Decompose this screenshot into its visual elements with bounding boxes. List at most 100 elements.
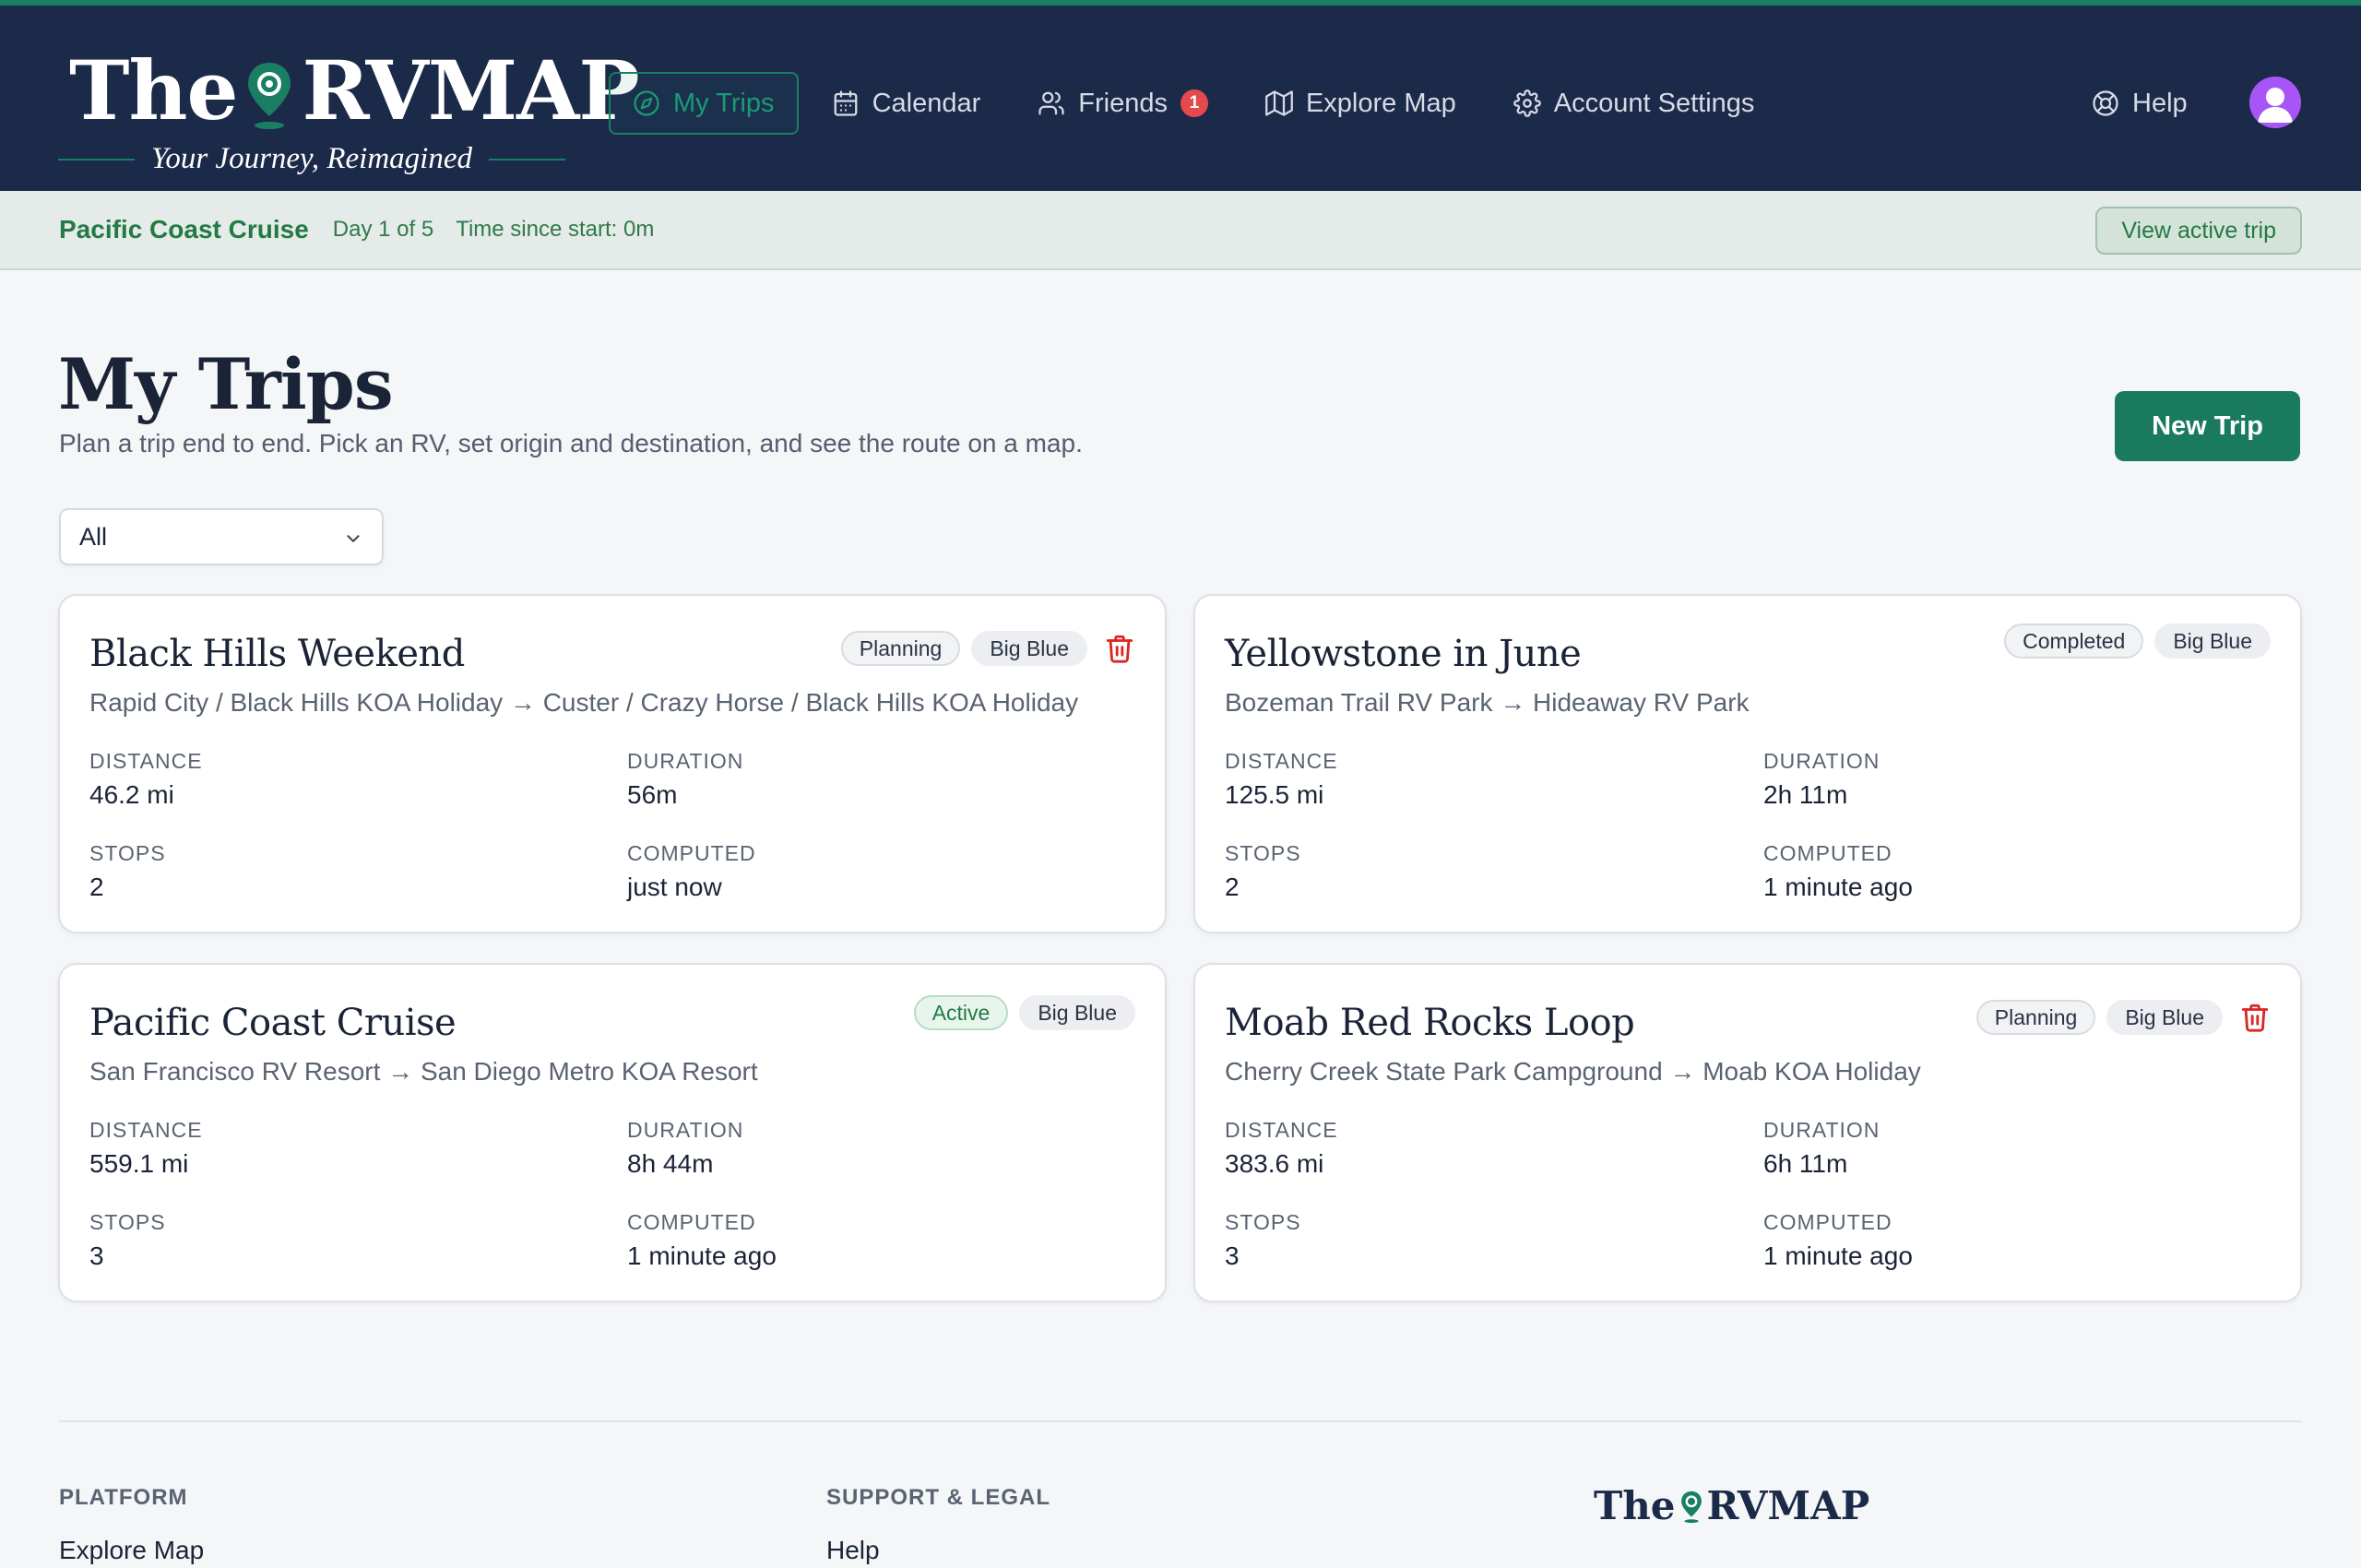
distance-value: 383.6 mi — [1225, 1149, 1324, 1178]
trip-rv-badge: Big Blue — [2106, 1000, 2223, 1035]
trip-tags: Active Big Blue — [913, 995, 1135, 1030]
trip-status-badge: Planning — [840, 631, 961, 666]
nav-explore-map[interactable]: Explore Map — [1241, 72, 1480, 135]
tagline-rule-left — [58, 158, 135, 160]
footer-support-heading: SUPPORT & LEGAL — [826, 1485, 1051, 1510]
trip-title: Black Hills Weekend — [89, 633, 465, 675]
active-trip-elapsed: Time since start: 0m — [456, 217, 655, 242]
help-label: Help — [2132, 88, 2188, 118]
gear-icon — [1513, 89, 1541, 117]
duration-value: 2h 11m — [1763, 780, 1848, 809]
footer-link-explore-map[interactable]: Explore Map — [59, 1536, 204, 1565]
trip-title: Pacific Coast Cruise — [89, 1002, 457, 1044]
tagline-text: Your Journey, Reimagined — [151, 142, 472, 175]
nav-friends-label: Friends — [1078, 88, 1168, 118]
nav-account-settings[interactable]: Account Settings — [1489, 72, 1779, 135]
trip-status-badge: Active — [913, 995, 1009, 1030]
status-filter-select[interactable]: All — [59, 508, 384, 565]
logo-word-rvmap: RVMAP — [302, 42, 639, 138]
computed-value: 1 minute ago — [627, 1241, 777, 1270]
computed-label: COMPUTED — [1763, 841, 1892, 865]
chevron-down-icon — [347, 535, 360, 542]
nav-account-settings-label: Account Settings — [1553, 88, 1755, 118]
distance-value: 125.5 mi — [1225, 780, 1324, 809]
stops-label: STOPS — [1225, 841, 1301, 865]
footer-divider — [59, 1420, 2302, 1422]
help-link[interactable]: Help — [2092, 72, 2188, 135]
user-avatar[interactable] — [2249, 77, 2301, 128]
duration-label: DURATION — [1763, 1118, 1880, 1142]
footer-logo-word-rvmap: RVMAP — [1706, 1483, 1870, 1528]
trash-icon[interactable] — [2239, 1002, 2271, 1033]
trip-route: San Francisco RV Resort → San Diego Metr… — [89, 1057, 758, 1086]
logo-wordmark: The RVMAP — [69, 42, 640, 138]
footer-link-help[interactable]: Help — [826, 1536, 880, 1565]
top-navigation-bar: The RVMAP Your Journey, Reimagined My Tr… — [0, 0, 2361, 191]
active-trip-name: Pacific Coast Cruise — [59, 215, 309, 244]
friends-notification-badge: 1 — [1180, 89, 1208, 117]
distance-label: DISTANCE — [1225, 749, 1338, 773]
trip-tags: Planning Big Blue — [840, 631, 1135, 666]
computed-label: COMPUTED — [1763, 1210, 1892, 1234]
page-subtitle: Plan a trip end to end. Pick an RV, set … — [59, 429, 1083, 457]
duration-label: DURATION — [1763, 749, 1880, 773]
users-icon — [1038, 91, 1064, 115]
computed-label: COMPUTED — [627, 1210, 756, 1234]
computed-value: just now — [627, 873, 722, 901]
nav-calendar[interactable]: Calendar — [808, 72, 1005, 135]
trip-rv-badge: Big Blue — [1019, 995, 1135, 1030]
view-active-trip-button[interactable]: View active trip — [2095, 207, 2302, 255]
trip-tags: Completed Big Blue — [2004, 624, 2271, 659]
trip-card[interactable]: Yellowstone in June Completed Big Blue B… — [1193, 594, 2302, 933]
nav-calendar-label: Calendar — [872, 88, 981, 118]
calendar-icon — [834, 90, 857, 116]
distance-value: 559.1 mi — [89, 1149, 189, 1178]
trip-status-badge: Completed — [2004, 624, 2144, 659]
stops-value: 2 — [89, 873, 104, 901]
logo-word-the: The — [69, 42, 238, 138]
trip-route: Bozeman Trail RV Park → Hideaway RV Park — [1225, 688, 1750, 717]
trip-card[interactable]: Pacific Coast Cruise Active Big Blue San… — [58, 963, 1167, 1302]
stops-label: STOPS — [1225, 1210, 1301, 1234]
stops-label: STOPS — [89, 841, 166, 865]
stops-label: STOPS — [89, 1210, 166, 1234]
distance-label: DISTANCE — [89, 749, 203, 773]
page-title: My Trips — [58, 343, 394, 425]
stops-value: 3 — [89, 1241, 104, 1270]
trip-rv-badge: Big Blue — [971, 631, 1087, 666]
logo-tagline: Your Journey, Reimagined — [58, 142, 565, 176]
footer-logo-word-the: The — [1594, 1483, 1676, 1528]
distance-value: 46.2 mi — [89, 780, 174, 809]
trip-card[interactable]: Moab Red Rocks Loop Planning Big Blue Ch… — [1193, 963, 2302, 1302]
map-pin-icon — [248, 63, 291, 129]
tagline-rule-right — [489, 158, 565, 160]
trip-card[interactable]: Black Hills Weekend Planning Big Blue Ra… — [58, 594, 1167, 933]
new-trip-button[interactable]: New Trip — [2115, 391, 2300, 461]
distance-label: DISTANCE — [1225, 1118, 1338, 1142]
trash-icon[interactable] — [1104, 633, 1135, 664]
duration-value: 6h 11m — [1763, 1149, 1848, 1178]
computed-value: 1 minute ago — [1763, 1241, 1913, 1270]
stops-value: 3 — [1225, 1241, 1240, 1270]
computed-value: 1 minute ago — [1763, 873, 1913, 901]
main-nav: My Trips Calendar Friends 1 Explore Map — [609, 72, 1787, 135]
footer-platform-heading: PLATFORM — [59, 1485, 188, 1510]
compass-icon — [634, 90, 659, 116]
map-icon — [1265, 90, 1293, 116]
trip-route: Cherry Creek State Park Campground → Moa… — [1225, 1057, 1921, 1086]
trip-rv-badge: Big Blue — [2154, 624, 2271, 659]
nav-my-trips[interactable]: My Trips — [609, 72, 799, 135]
trip-title: Moab Red Rocks Loop — [1225, 1002, 1635, 1044]
nav-friends[interactable]: Friends 1 — [1014, 72, 1232, 135]
duration-value: 8h 44m — [627, 1149, 714, 1178]
duration-label: DURATION — [627, 749, 744, 773]
map-pin-icon — [1680, 1491, 1702, 1524]
duration-value: 56m — [627, 780, 678, 809]
user-icon — [2258, 88, 2293, 123]
trip-tags: Planning Big Blue — [1975, 1000, 2271, 1035]
nav-explore-map-label: Explore Map — [1305, 88, 1456, 118]
brand-logo[interactable]: The RVMAP Your Journey, Reimagined — [58, 42, 640, 181]
active-trip-banner: Pacific Coast Cruise Day 1 of 5 Time sin… — [0, 191, 2361, 270]
nav-my-trips-label: My Trips — [673, 88, 775, 118]
footer-logo[interactable]: The RVMAP — [1594, 1483, 1869, 1528]
